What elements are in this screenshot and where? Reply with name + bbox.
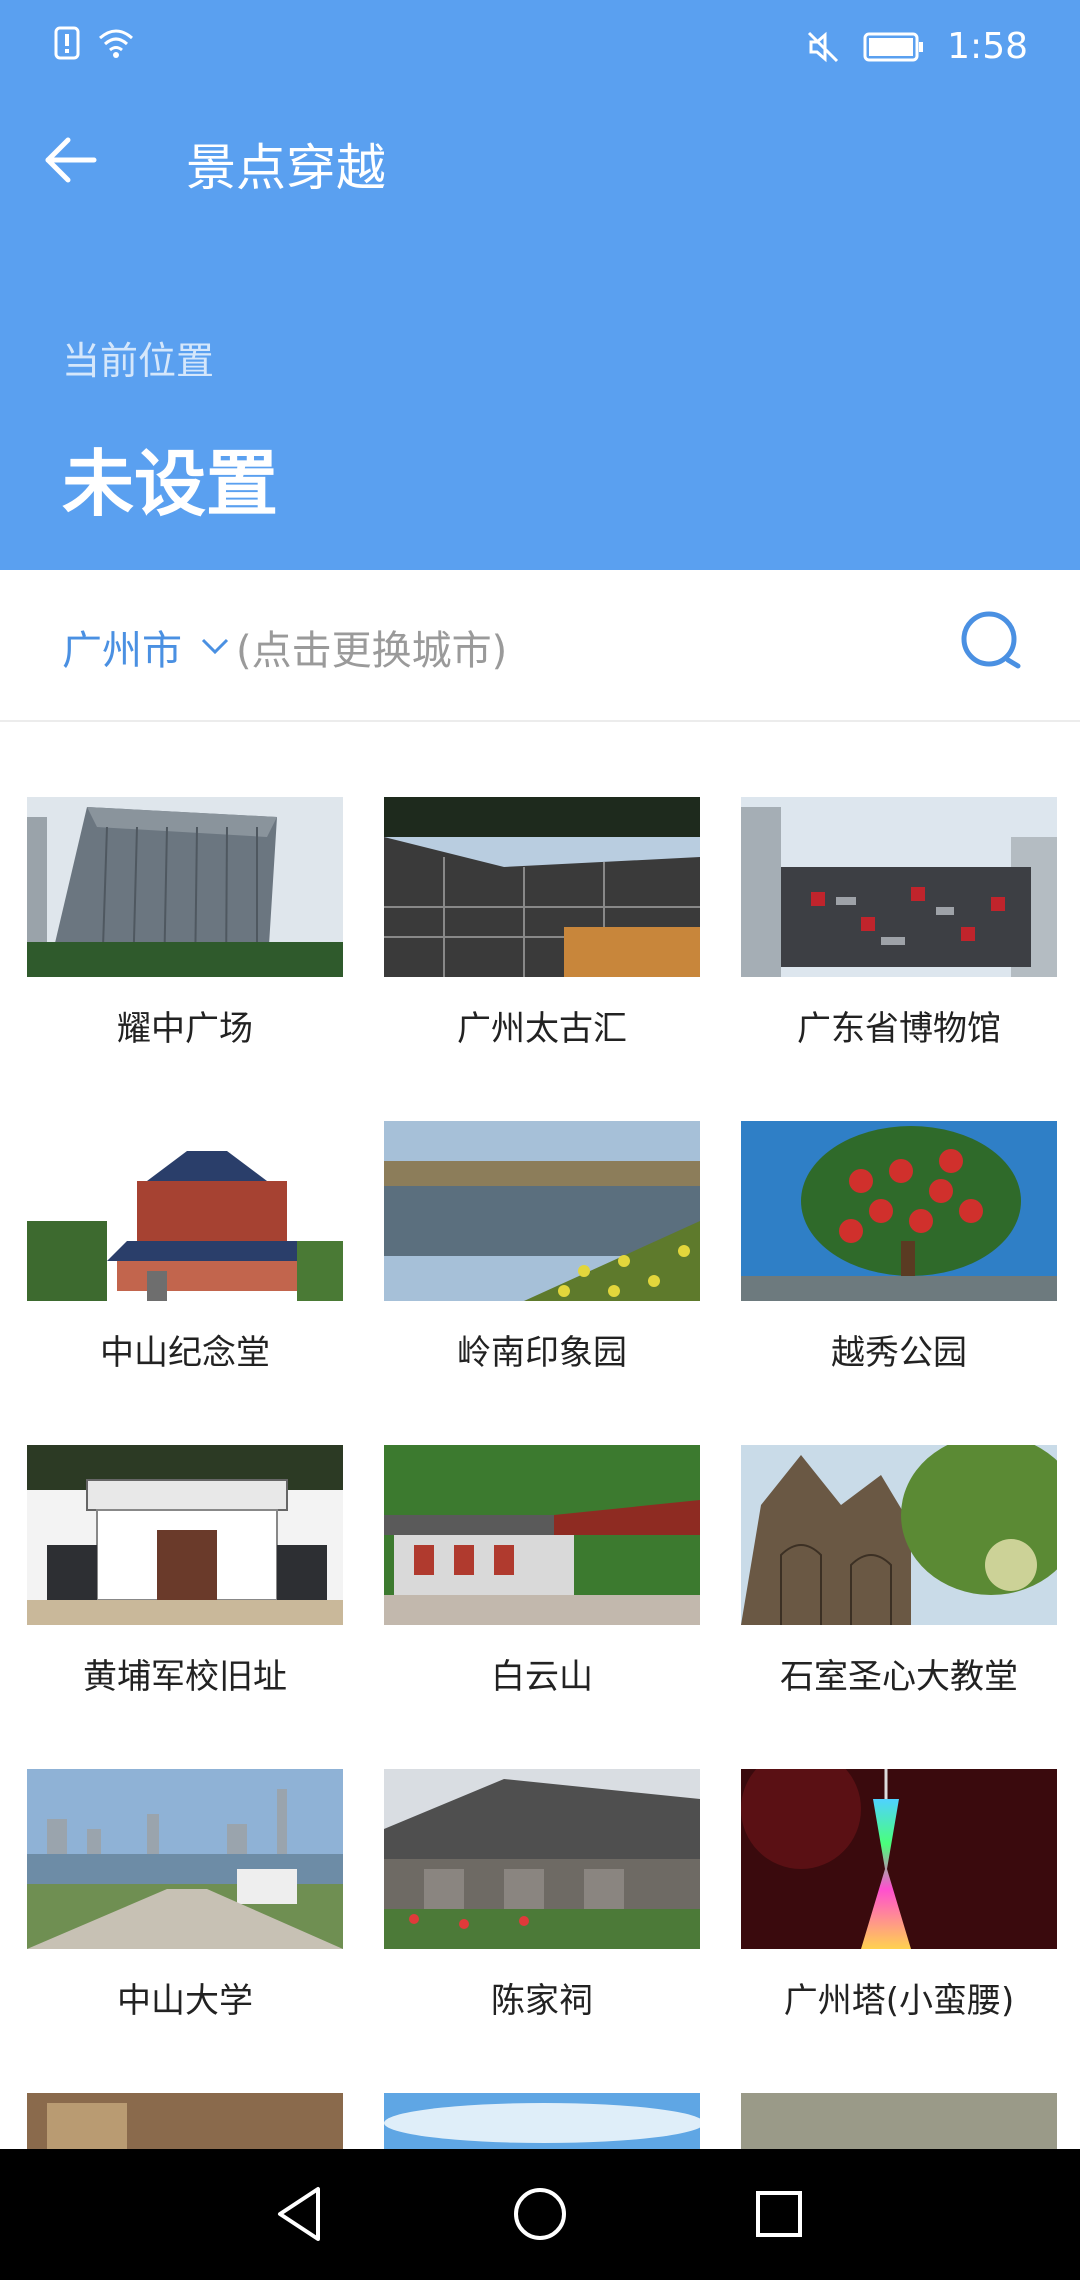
place-card[interactable]	[384, 2093, 700, 2149]
place-name: 广州太古汇	[457, 1009, 627, 1049]
city-change-hint[interactable]: (点击更换城市)	[236, 618, 507, 676]
place-name: 中山大学	[117, 1981, 253, 2021]
place-photo	[384, 2093, 700, 2149]
place-card[interactable]: 广东省博物馆	[741, 797, 1057, 1097]
place-name: 陈家祠	[491, 1981, 593, 2021]
place-card[interactable]	[27, 2093, 343, 2149]
place-photo	[384, 1445, 700, 1625]
place-photo	[741, 1445, 1057, 1625]
place-card[interactable]: 耀中广场	[27, 797, 343, 1097]
place-photo	[27, 2093, 343, 2149]
place-photo	[27, 797, 343, 977]
city-name[interactable]: 广州市	[62, 618, 182, 676]
place-photo	[384, 797, 700, 977]
place-name: 白云山	[491, 1657, 593, 1697]
nav-home-icon[interactable]	[505, 2179, 575, 2249]
place-name: 黄埔军校旧址	[83, 1657, 287, 1697]
system-nav-bar	[0, 2149, 1080, 2280]
place-card[interactable]: 广州塔(小蛮腰)	[741, 1769, 1057, 2069]
mute-icon	[808, 31, 839, 62]
place-card[interactable]: 中山纪念堂	[27, 1121, 343, 1421]
place-photo	[384, 1121, 700, 1301]
place-name: 耀中广场	[117, 1009, 253, 1049]
place-name: 岭南印象园	[457, 1333, 627, 1373]
place-photo	[741, 2093, 1057, 2149]
place-card[interactable]: 越秀公园	[741, 1121, 1057, 1421]
place-card[interactable]: 岭南印象园	[384, 1121, 700, 1421]
place-card[interactable]: 黄埔军校旧址	[27, 1445, 343, 1745]
place-name: 广东省博物馆	[797, 1009, 1001, 1049]
place-photo	[27, 1445, 343, 1625]
place-name: 广州塔(小蛮腰)	[783, 1981, 1015, 2021]
search-icon[interactable]	[958, 608, 1024, 674]
nav-back-icon[interactable]	[266, 2179, 336, 2249]
location-value[interactable]: 未设置	[62, 425, 278, 530]
place-photo	[384, 1769, 700, 1949]
location-label: 当前位置	[62, 339, 215, 383]
place-photo	[741, 797, 1057, 977]
chevron-down-icon[interactable]	[200, 630, 230, 660]
place-photo	[27, 1769, 343, 1949]
page-title: 景点穿越	[186, 139, 386, 197]
header: 1:58 景点穿越 当前位置 未设置	[0, 0, 1080, 570]
place-name: 中山纪念堂	[100, 1333, 270, 1373]
status-left	[54, 26, 136, 60]
place-photo	[741, 1769, 1057, 1949]
status-time: 1:58	[947, 26, 1028, 67]
back-arrow-icon[interactable]	[42, 130, 102, 190]
battery-icon	[863, 32, 924, 61]
place-photo	[27, 1121, 343, 1301]
place-name: 越秀公园	[831, 1333, 967, 1373]
status-right: 1:58	[805, 26, 1028, 67]
place-card[interactable]	[741, 2093, 1057, 2149]
place-photo	[741, 1121, 1057, 1301]
city-selector-bar: 广州市 (点击更换城市)	[0, 570, 1080, 722]
place-card[interactable]: 广州太古汇	[384, 797, 700, 1097]
place-card[interactable]: 石室圣心大教堂	[741, 1445, 1057, 1745]
place-card[interactable]: 陈家祠	[384, 1769, 700, 2069]
places-grid: 耀中广场 广州太古汇 广东省博物馆 中山纪念堂 岭南印象园 越秀公园 黄埔军校旧…	[27, 797, 1060, 2149]
nav-recents-icon[interactable]	[744, 2179, 814, 2249]
sim-alert-icon	[54, 26, 80, 60]
place-card[interactable]: 白云山	[384, 1445, 700, 1745]
wifi-icon	[99, 29, 133, 58]
place-name: 石室圣心大教堂	[780, 1657, 1018, 1697]
place-card[interactable]: 中山大学	[27, 1769, 343, 2069]
